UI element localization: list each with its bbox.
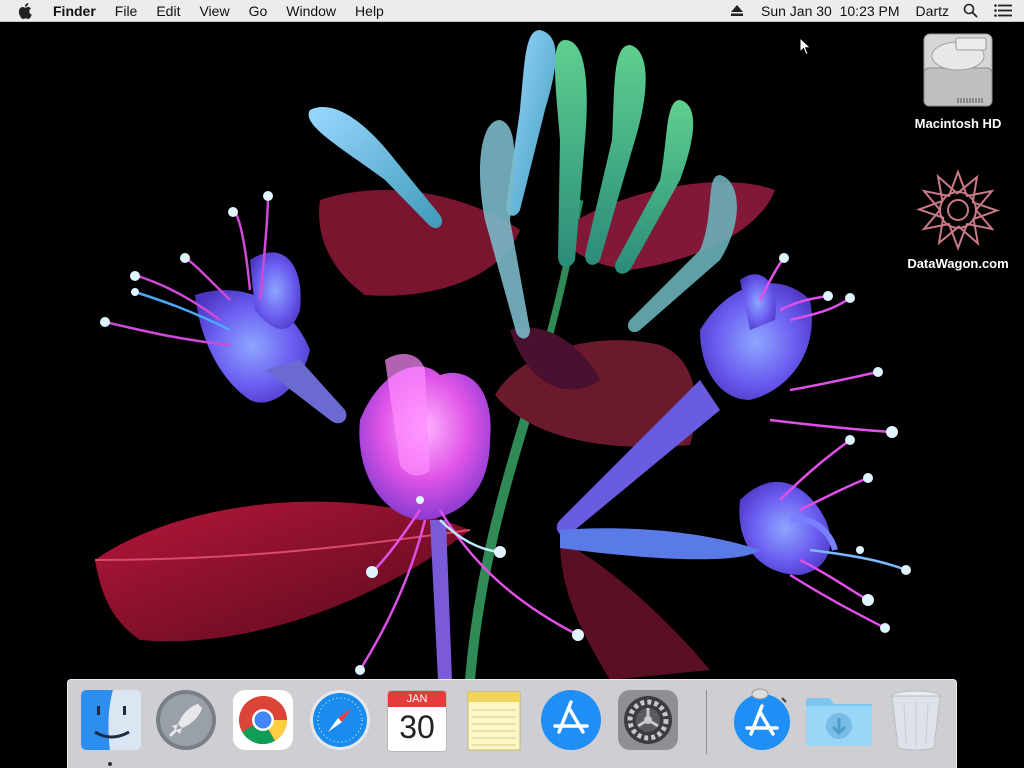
dock-notes[interactable]: [462, 688, 526, 752]
calendar-month: JAN: [388, 691, 446, 707]
app-name-menu[interactable]: Finder: [53, 3, 96, 19]
menu-edit[interactable]: Edit: [156, 3, 180, 19]
calendar-icon: JAN 30: [387, 690, 447, 752]
dock-chrome[interactable]: [231, 688, 295, 752]
datawagon-logo-icon: [898, 168, 1018, 252]
trash-icon: [891, 690, 941, 751]
dock-system-preferences[interactable]: [616, 688, 680, 752]
system-preferences-icon: [618, 690, 678, 750]
dock: JAN 30: [67, 679, 957, 768]
desktop-wallpaper: [0, 22, 1024, 768]
dock-downloads[interactable]: [804, 688, 872, 752]
launchpad-icon: [156, 690, 216, 750]
menu-clock[interactable]: Sun Jan 30 10:23 PM: [761, 3, 900, 19]
menu-help[interactable]: Help: [355, 3, 384, 19]
menu-go[interactable]: Go: [249, 3, 268, 19]
menu-bar: Finder File Edit View Go Window Help Sun…: [0, 0, 1024, 22]
dock-calendar[interactable]: JAN 30: [385, 688, 449, 752]
dock-safari[interactable]: [308, 688, 372, 752]
menu-view[interactable]: View: [199, 3, 229, 19]
app-store-installer-icon: [734, 688, 790, 750]
desktop-icon-datawagon[interactable]: DataWagon.com: [898, 168, 1018, 271]
menu-file[interactable]: File: [115, 3, 138, 19]
app-store-icon: [541, 690, 601, 750]
running-indicator: [108, 762, 112, 766]
menu-window[interactable]: Window: [286, 3, 336, 19]
chrome-icon: [233, 690, 293, 750]
dock-separator: [706, 690, 707, 754]
eject-icon[interactable]: [731, 5, 743, 16]
dock-launchpad[interactable]: [154, 688, 218, 752]
finder-icon: [81, 690, 141, 750]
dock-finder[interactable]: [79, 688, 143, 752]
desktop-icon-label: Macintosh HD: [914, 116, 1002, 131]
dock-trash[interactable]: [884, 688, 948, 752]
apple-menu-icon[interactable]: [18, 0, 36, 22]
user-menu[interactable]: Dartz: [916, 3, 949, 19]
dock-app-store-installer[interactable]: [730, 688, 794, 752]
spotlight-icon[interactable]: [963, 3, 978, 18]
desktop-icon-label: DataWagon.com: [907, 256, 1009, 271]
downloads-folder-icon: [806, 698, 872, 746]
safari-icon: [310, 690, 370, 750]
desktop-icon-macintosh-hd[interactable]: Macintosh HD: [898, 32, 1018, 131]
dock-app-store[interactable]: [539, 688, 603, 752]
mouse-cursor-icon: [799, 36, 812, 61]
hard-drive-icon: [898, 32, 1018, 112]
notification-center-icon[interactable]: [994, 4, 1012, 17]
calendar-day: 30: [399, 709, 435, 745]
notes-icon: [467, 691, 521, 751]
